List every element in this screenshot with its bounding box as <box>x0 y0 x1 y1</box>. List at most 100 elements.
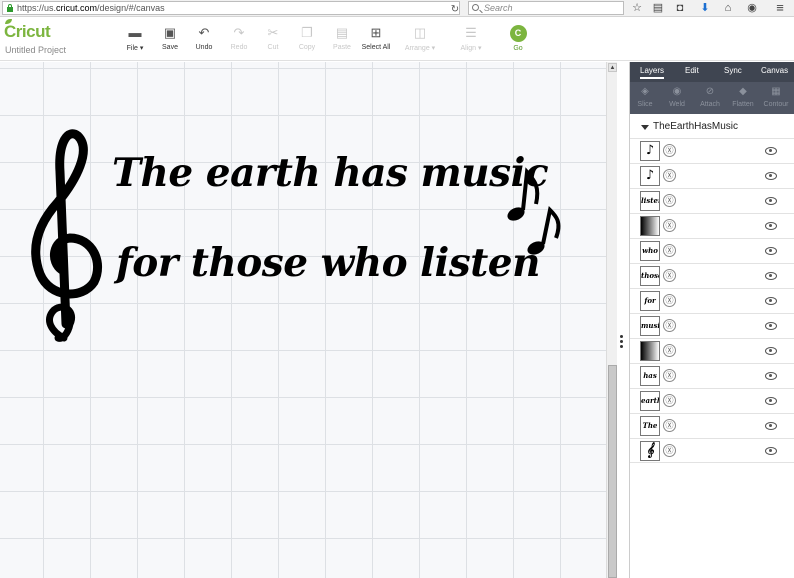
layer-attribute-icon[interactable]: Ⓧ <box>663 444 676 457</box>
tab-sync[interactable]: Sync <box>724 66 742 75</box>
layer-row[interactable]: listenⓍ <box>630 188 794 213</box>
layer-attribute-icon[interactable]: Ⓧ <box>663 319 676 332</box>
scrollbar-thumb[interactable] <box>608 365 617 578</box>
layer-attribute-icon[interactable]: Ⓧ <box>663 419 676 432</box>
slice-button[interactable]: ◈ Slice <box>630 86 660 108</box>
layer-attribute-icon[interactable]: Ⓧ <box>663 219 676 232</box>
layer-thumbnail: ♪ <box>640 166 660 186</box>
group-name: TheEarthHasMusic <box>653 121 739 132</box>
attach-button[interactable]: ⊘ Attach <box>695 86 725 108</box>
reload-icon[interactable]: ↻ <box>447 3 463 17</box>
align-icon: ☰ <box>465 25 477 40</box>
layer-row[interactable]: 𝄞 Ⓧ <box>630 438 794 463</box>
layer-attribute-icon[interactable]: Ⓧ <box>663 144 676 157</box>
home-icon[interactable]: ⌂ <box>720 1 736 15</box>
layer-row[interactable]: Ⓧ <box>630 338 794 363</box>
address-bar[interactable]: https://us.cricut.com/design/#/canvas ↻ <box>2 1 460 15</box>
layer-attribute-icon[interactable]: Ⓧ <box>663 344 676 357</box>
layer-attribute-icon[interactable]: Ⓧ <box>663 169 676 182</box>
lock-icon <box>7 4 13 12</box>
visibility-eye-icon[interactable] <box>765 397 777 405</box>
go-button[interactable]: C Go <box>498 25 538 52</box>
undo-icon: ↶ <box>198 25 210 40</box>
attach-icon: ⊘ <box>705 86 715 97</box>
weld-button[interactable]: ◉ Weld <box>662 86 692 108</box>
layer-row[interactable]: earth Ⓧ <box>630 388 794 413</box>
visibility-eye-icon[interactable] <box>765 222 777 230</box>
arrange-icon: ◫ <box>413 25 427 40</box>
visibility-eye-icon[interactable] <box>765 247 777 255</box>
contour-button[interactable]: ▦ Contour <box>761 86 791 108</box>
layer-attribute-icon[interactable]: Ⓧ <box>663 244 676 257</box>
layer-row[interactable]: for Ⓧ <box>630 288 794 313</box>
arrange-button[interactable]: ◫ Arrange ▾ <box>400 25 440 52</box>
visibility-eye-icon[interactable] <box>765 322 777 330</box>
chat-icon[interactable]: ◉ <box>744 1 760 15</box>
treble-clef[interactable] <box>31 129 103 342</box>
layer-attribute-icon[interactable]: Ⓧ <box>663 269 676 282</box>
layer-thumbnail <box>640 341 660 361</box>
visibility-eye-icon[interactable] <box>765 147 777 155</box>
layers-panel: Layers Edit Sync Canvas ◈ Slice ◉ Weld ⊘ At… <box>629 62 794 578</box>
layer-row[interactable]: ♪ Ⓧ <box>630 138 794 163</box>
tab-canvas[interactable]: Canvas <box>761 66 788 75</box>
flatten-icon: ◆ <box>739 86 747 97</box>
pocket-icon[interactable]: ◘ <box>672 1 688 15</box>
go-icon: C <box>509 25 527 42</box>
cricut-logo[interactable]: Cricut <box>4 22 51 42</box>
layer-row[interactable]: musicⓍ <box>630 313 794 338</box>
visibility-eye-icon[interactable] <box>765 447 777 455</box>
clipboard-icon[interactable]: ▤ <box>650 1 666 15</box>
layer-attribute-icon[interactable]: Ⓧ <box>663 369 676 382</box>
layer-row[interactable]: ♪ Ⓧ <box>630 163 794 188</box>
layer-row[interactable]: The Ⓧ <box>630 413 794 438</box>
layer-attribute-icon[interactable]: Ⓧ <box>663 294 676 307</box>
menu-icon[interactable]: ≡ <box>772 1 788 15</box>
download-icon[interactable]: ⬇ <box>697 1 713 15</box>
visibility-eye-icon[interactable] <box>765 297 777 305</box>
layer-list: ♪Ⓧ♪ⓍlistenⓍⓍwhoⓍthoseⓍforⓍmusicⓍⓍhasⓍear… <box>630 138 794 463</box>
layer-group[interactable]: TheEarthHasMusic <box>630 118 794 136</box>
layer-thumbnail: music <box>640 316 660 336</box>
visibility-eye-icon[interactable] <box>765 272 777 280</box>
layer-attribute-icon[interactable]: Ⓧ <box>663 394 676 407</box>
layer-row[interactable]: has Ⓧ <box>630 363 794 388</box>
align-button[interactable]: ☰ Align ▾ <box>451 25 491 52</box>
canvas-artwork <box>31 129 561 342</box>
panel-resize-handle[interactable] <box>620 335 624 348</box>
layer-row[interactable]: thoseⓍ <box>630 263 794 288</box>
search-icon <box>472 4 479 11</box>
layer-row[interactable]: Ⓧ <box>630 213 794 238</box>
select-all-button[interactable]: ⊞ Select All <box>356 25 396 51</box>
layer-thumbnail: listen <box>640 191 660 211</box>
layer-attribute-icon[interactable]: Ⓧ <box>663 194 676 207</box>
canvas-scrollbar[interactable]: ▲ <box>606 62 617 578</box>
text-line-1[interactable]: The earth has music <box>112 150 549 196</box>
search-input[interactable]: Search <box>468 1 624 15</box>
file-button[interactable]: ▬ File ▾ <box>115 25 155 52</box>
collapse-icon[interactable] <box>641 125 649 130</box>
layer-thumbnail: The <box>640 416 660 436</box>
contour-icon: ▦ <box>771 86 781 97</box>
copy-button[interactable]: ❐ Copy <box>287 25 327 51</box>
scroll-up-icon[interactable]: ▲ <box>608 63 617 72</box>
design-canvas[interactable]: The earth has music for those who listen <box>0 62 606 578</box>
folder-icon: ▬ <box>128 25 142 40</box>
visibility-eye-icon[interactable] <box>765 197 777 205</box>
project-name: Untitled Project <box>5 45 67 55</box>
slice-icon: ◈ <box>641 86 649 97</box>
visibility-eye-icon[interactable] <box>765 372 777 380</box>
app-header: Cricut Untitled Project ▬ File ▾ ▣ Save … <box>0 17 794 61</box>
tab-layers[interactable]: Layers <box>640 66 665 79</box>
layer-row[interactable]: who Ⓧ <box>630 238 794 263</box>
flatten-button[interactable]: ◆ Flatten <box>728 86 758 108</box>
text-line-2[interactable]: for those who listen <box>116 240 540 286</box>
panel-tabs: Layers Edit Sync Canvas <box>630 62 794 82</box>
layer-thumbnail: those <box>640 266 660 286</box>
star-icon[interactable]: ☆ <box>629 1 645 15</box>
visibility-eye-icon[interactable] <box>765 172 777 180</box>
visibility-eye-icon[interactable] <box>765 347 777 355</box>
tab-edit[interactable]: Edit <box>685 66 699 75</box>
visibility-eye-icon[interactable] <box>765 422 777 430</box>
undo-button[interactable]: ↶ Undo <box>184 25 224 51</box>
